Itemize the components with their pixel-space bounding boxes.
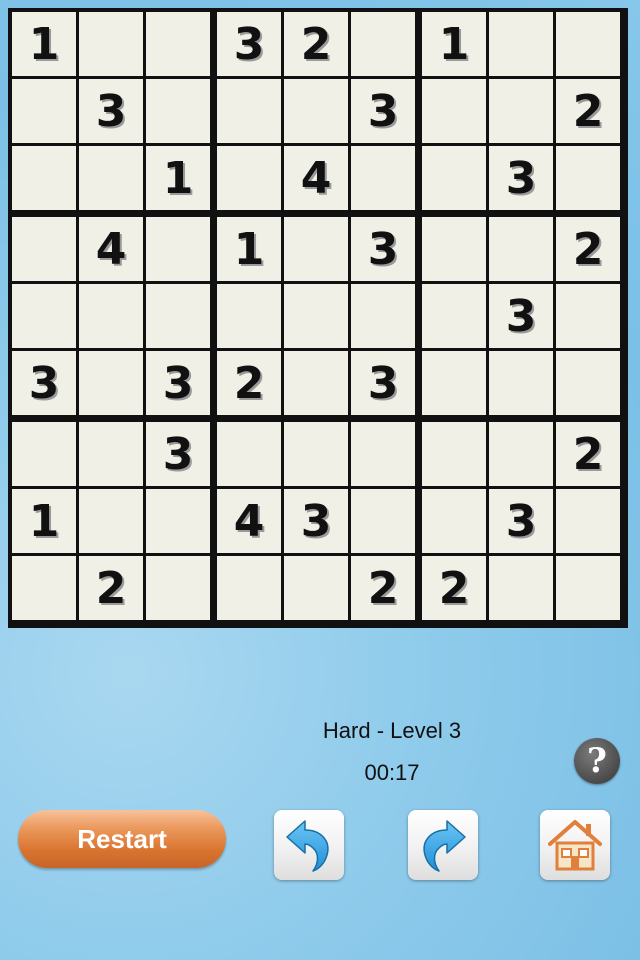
help-icon: ? [587,741,607,781]
grid-cell[interactable] [556,351,620,415]
grid-cell[interactable]: 3 [79,79,143,143]
grid-cell[interactable] [217,556,281,620]
undo-button[interactable] [274,810,344,880]
grid-cell[interactable]: 1 [146,146,210,210]
grid-cell[interactable] [422,351,486,415]
timer: 00:17 [364,760,420,785]
grid-cell[interactable]: 3 [146,422,210,486]
grid-cell[interactable]: 3 [489,284,553,348]
grid-cell[interactable] [79,12,143,76]
grid-cell[interactable]: 3 [284,489,348,553]
grid-cell[interactable] [489,79,553,143]
restart-button[interactable]: Restart [18,810,226,868]
grid-cell[interactable] [351,284,415,348]
grid-cell[interactable] [146,217,210,281]
grid-cell[interactable] [284,422,348,486]
grid-cell[interactable]: 2 [556,79,620,143]
grid-cell[interactable] [146,556,210,620]
grid-cell[interactable] [422,489,486,553]
grid-cell[interactable]: 2 [422,556,486,620]
grid-cell[interactable] [12,79,76,143]
grid-cell[interactable] [217,284,281,348]
grid-cell[interactable]: 3 [217,12,281,76]
grid-cell[interactable] [284,79,348,143]
grid-cell[interactable]: 2 [556,422,620,486]
grid-cell[interactable]: 3 [12,351,76,415]
grid-cell[interactable]: 1 [12,489,76,553]
grid-cell[interactable] [79,422,143,486]
grid-cell[interactable] [217,422,281,486]
grid-cell[interactable] [79,489,143,553]
grid-cell[interactable] [284,556,348,620]
grid-cell[interactable] [556,556,620,620]
grid-cell[interactable] [284,284,348,348]
help-button[interactable]: ? [574,738,620,784]
grid-cell[interactable] [284,217,348,281]
grid-cell[interactable]: 3 [351,217,415,281]
grid-cell[interactable] [217,79,281,143]
grid-cell[interactable] [422,146,486,210]
grid-cell[interactable] [12,146,76,210]
grid-cell[interactable] [489,556,553,620]
grid-cell[interactable] [556,146,620,210]
undo-arrow-icon [286,820,329,872]
grid-cell[interactable] [146,12,210,76]
grid-cell[interactable] [422,284,486,348]
grid-cell[interactable] [556,489,620,553]
grid-cell[interactable] [217,146,281,210]
grid-cell[interactable] [12,556,76,620]
home-button[interactable] [540,810,610,880]
grid-cell[interactable] [12,217,76,281]
grid-cell[interactable] [351,12,415,76]
grid-cell[interactable]: 3 [489,489,553,553]
grid-cell[interactable]: 3 [489,146,553,210]
grid-cell[interactable] [489,422,553,486]
grid-cell[interactable] [489,217,553,281]
level-label: Hard - Level 3 [322,718,462,743]
grid-cell[interactable] [351,422,415,486]
grid-cell[interactable]: 3 [351,351,415,415]
grid-cell[interactable] [489,12,553,76]
grid-cell[interactable]: 4 [217,489,281,553]
grid-cell[interactable] [146,79,210,143]
grid-cell[interactable] [79,146,143,210]
grid-cell[interactable]: 4 [79,217,143,281]
grid-cell[interactable] [422,422,486,486]
home-icon [548,820,602,871]
grid-cell[interactable] [422,79,486,143]
grid-cell[interactable]: 4 [284,146,348,210]
grid-cell[interactable]: 1 [422,12,486,76]
grid-cell[interactable]: 2 [351,556,415,620]
grid-cell[interactable]: 2 [217,351,281,415]
redo-arrow-icon [423,820,466,872]
puzzle-board: 1321332143413233323321433222 [8,8,628,628]
grid-cell[interactable] [146,489,210,553]
grid-cell[interactable]: 1 [217,217,281,281]
grid-cell[interactable] [422,217,486,281]
grid-cell[interactable]: 2 [79,556,143,620]
redo-button[interactable] [408,810,478,880]
grid-cell[interactable]: 3 [351,79,415,143]
grid-cell[interactable] [146,284,210,348]
grid-cell[interactable]: 1 [12,12,76,76]
grid-cell[interactable] [351,146,415,210]
grid-cell[interactable] [556,284,620,348]
grid-cell[interactable] [351,489,415,553]
grid-cell[interactable] [284,351,348,415]
grid-cell[interactable] [12,284,76,348]
grid-cell[interactable] [489,351,553,415]
grid-cell[interactable] [12,422,76,486]
grid-cell[interactable]: 2 [556,217,620,281]
grid-cell[interactable] [79,284,143,348]
grid-cell[interactable]: 3 [146,351,210,415]
grid-cell[interactable] [556,12,620,76]
grid-cell[interactable]: 2 [284,12,348,76]
grid-cell[interactable] [79,351,143,415]
